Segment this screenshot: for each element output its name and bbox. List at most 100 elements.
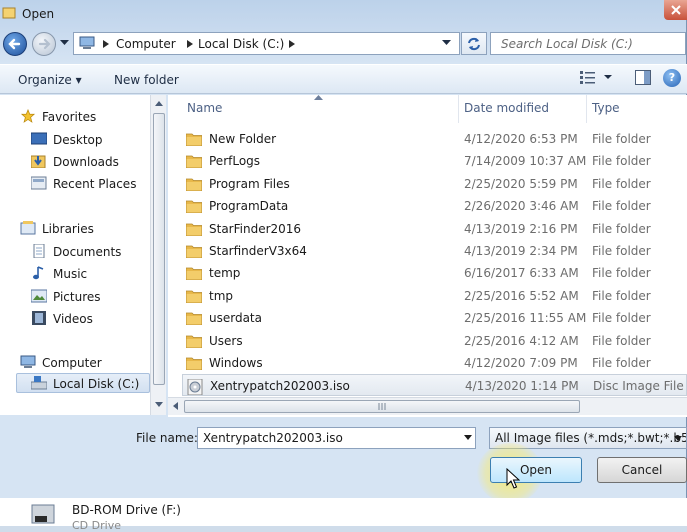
- arrow-right-icon: [38, 38, 51, 50]
- file-list-horizontal-scrollbar[interactable]: [168, 397, 687, 415]
- file-name: Windows: [209, 356, 263, 370]
- grip-icon: [378, 403, 386, 410]
- nav-music[interactable]: Music: [53, 267, 87, 281]
- file-name: StarfinderV3x64: [209, 244, 307, 258]
- file-name: New Folder: [209, 132, 277, 146]
- scroll-thumb[interactable]: [184, 400, 580, 413]
- help-icon[interactable]: ?: [663, 69, 681, 87]
- file-type: File folder: [592, 333, 651, 348]
- file-row[interactable]: Program Files 2/25/2020 5:59 PM File folde…: [182, 173, 687, 195]
- file-row[interactable]: PerfLogs 7/14/2009 10:37 AM File folder: [182, 150, 687, 172]
- file-row[interactable]: Xentrypatch202003.iso 4/13/2020 1:14 PM Di…: [182, 374, 687, 397]
- chevron-right-icon[interactable]: [103, 40, 109, 48]
- folder-icon: [186, 312, 202, 326]
- scroll-thumb[interactable]: [153, 113, 165, 385]
- scroll-left-icon[interactable]: [173, 402, 178, 410]
- nav-favorites[interactable]: Favorites: [42, 110, 96, 124]
- refresh-icon: [468, 37, 480, 51]
- app-icon: [2, 7, 16, 19]
- nav-computer[interactable]: Computer: [42, 356, 102, 370]
- file-type: File folder: [592, 132, 651, 146]
- mouse-cursor-icon: [506, 468, 520, 489]
- file-row[interactable]: Windows 4/12/2020 7:09 PM File folder: [182, 352, 687, 374]
- forward-button[interactable]: [32, 32, 56, 56]
- search-field[interactable]: Search Local Disk (C:): [490, 32, 686, 55]
- file-name-value: Xentrypatch202003.iso: [203, 431, 343, 445]
- column-header-name[interactable]: Name: [187, 101, 222, 115]
- file-type: File folder: [592, 221, 651, 236]
- file-row[interactable]: userdata 2/25/2016 11:55 AM File folder: [182, 307, 687, 329]
- scroll-up-icon[interactable]: [155, 101, 163, 106]
- preview-pane-icon[interactable]: [635, 70, 651, 85]
- file-name: Program Files: [209, 176, 290, 191]
- folder-icon: [186, 133, 202, 146]
- breadcrumb-computer[interactable]: Computer: [116, 37, 176, 51]
- column-divider[interactable]: [458, 95, 459, 123]
- file-type: File folder: [592, 154, 651, 169]
- file-date: 4/12/2020 7:09 PM: [464, 356, 578, 370]
- file-name: StarFinder2016: [209, 221, 302, 236]
- hard-drive-icon: [31, 376, 47, 390]
- view-options-icon[interactable]: [580, 70, 616, 84]
- bd-rom-drive-icon: [31, 504, 55, 524]
- file-row[interactable]: temp 6/16/2017 6:33 AM File folder: [182, 262, 687, 284]
- nav-downloads[interactable]: Downloads: [53, 155, 119, 169]
- close-button[interactable]: [664, 0, 687, 20]
- column-header-type[interactable]: Type: [592, 101, 620, 115]
- file-row[interactable]: StarfinderV3x64 4/13/2019 2:34 PM File fol…: [182, 240, 687, 262]
- file-name-dropdown-icon[interactable]: [464, 435, 472, 440]
- file-name: userdata: [209, 311, 262, 326]
- cancel-button[interactable]: Cancel: [597, 457, 687, 483]
- nav-pictures[interactable]: Pictures: [53, 290, 101, 304]
- file-row[interactable]: Users 2/25/2016 4:12 AM File folder: [182, 330, 687, 352]
- background-explorer: BD-ROM Drive (F:) CD Drive: [0, 498, 687, 532]
- music-icon: [33, 266, 44, 280]
- file-row[interactable]: StarFinder2016 4/13/2019 2:16 PM File fold…: [182, 218, 687, 240]
- organize-button[interactable]: Organize ▾: [18, 73, 82, 87]
- recent-pages-dropdown-icon[interactable]: [60, 40, 69, 46]
- nav-videos[interactable]: Videos: [53, 312, 93, 326]
- file-type: File folder: [592, 176, 651, 191]
- file-date: 2/25/2016 5:52 AM: [464, 288, 579, 303]
- navigation-scrollbar[interactable]: [150, 95, 166, 415]
- folder-icon: [186, 290, 202, 303]
- open-dialog: Open Computer Local Disk (C:) Search Loc…: [0, 0, 687, 503]
- folder-icon: [186, 267, 202, 281]
- nav-libraries[interactable]: Libraries: [42, 222, 94, 236]
- drive-label[interactable]: BD-ROM Drive (F:): [72, 503, 181, 517]
- computer-icon: [79, 36, 95, 49]
- file-date: 7/14/2009 10:37 AM: [464, 154, 587, 169]
- back-button[interactable]: [3, 32, 27, 56]
- scroll-down-icon[interactable]: [155, 402, 163, 407]
- address-bar[interactable]: Computer Local Disk (C:): [73, 32, 460, 55]
- chevron-right-icon[interactable]: [289, 40, 295, 48]
- file-date: 6/16/2017 6:33 AM: [464, 266, 579, 281]
- file-name: PerfLogs: [209, 154, 261, 169]
- file-type: File folder: [592, 266, 651, 281]
- open-button[interactable]: Open: [490, 457, 582, 483]
- refresh-button[interactable]: [461, 32, 487, 55]
- nav-local-disk[interactable]: Local Disk (C:): [53, 377, 139, 391]
- file-type: File folder: [592, 356, 651, 370]
- disc-image-icon: [187, 379, 203, 396]
- pictures-icon: [31, 289, 47, 303]
- column-header-date[interactable]: Date modified: [464, 101, 549, 115]
- folder-icon: [186, 178, 202, 191]
- file-name-input[interactable]: Xentrypatch202003.iso: [197, 427, 476, 449]
- chevron-right-icon[interactable]: [187, 40, 193, 48]
- breadcrumb-local-disk[interactable]: Local Disk (C:): [198, 37, 284, 51]
- file-date: 4/13/2020 1:14 PM: [465, 379, 579, 394]
- close-icon: [671, 5, 681, 15]
- new-folder-button[interactable]: New folder: [114, 73, 179, 87]
- file-row[interactable]: ProgramData 2/26/2020 3:46 AM File folder: [182, 195, 687, 217]
- address-dropdown-icon[interactable]: [442, 40, 451, 46]
- nav-documents[interactable]: Documents: [53, 245, 121, 259]
- column-divider[interactable]: [586, 95, 587, 123]
- file-row[interactable]: New Folder 4/12/2020 6:53 PM File folder: [182, 128, 687, 150]
- file-row[interactable]: tmp 2/25/2016 5:52 AM File folder: [182, 285, 687, 307]
- nav-desktop[interactable]: Desktop: [53, 133, 103, 147]
- file-date: 4/12/2020 6:53 PM: [464, 132, 578, 146]
- arrow-left-icon: [8, 38, 21, 50]
- nav-recent-places[interactable]: Recent Places: [53, 177, 136, 191]
- file-date: 2/25/2016 11:55 AM: [464, 311, 587, 326]
